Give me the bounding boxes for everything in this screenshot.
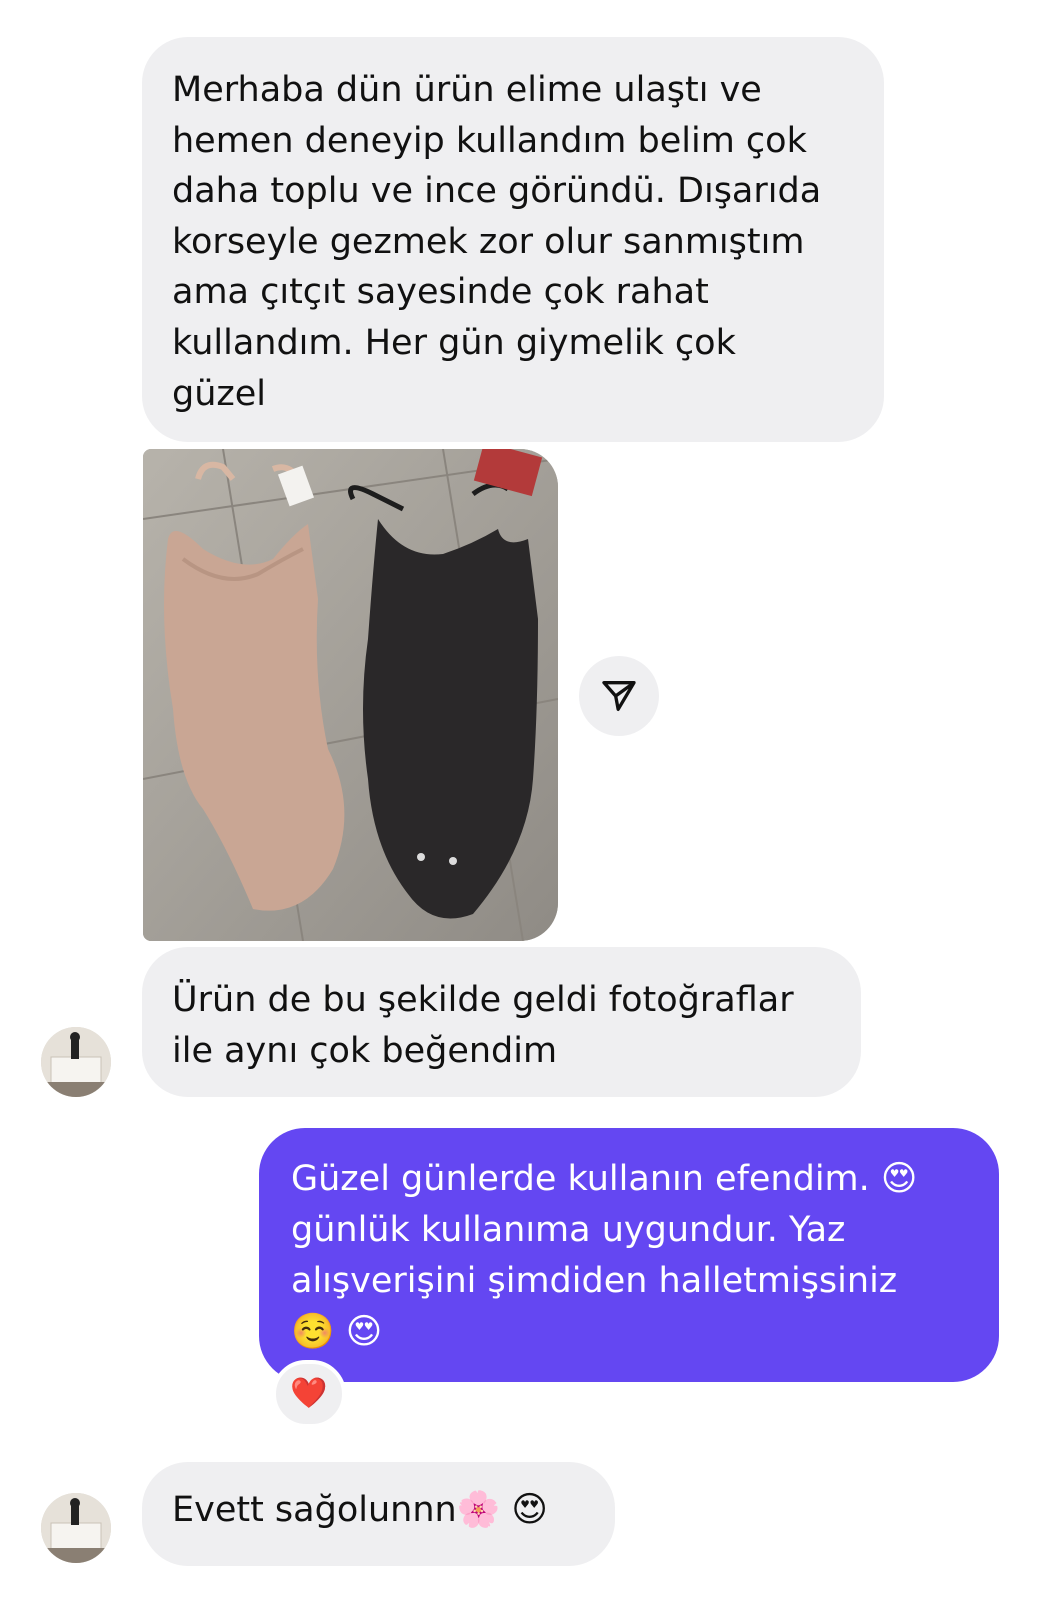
share-button[interactable] (579, 656, 659, 736)
bodysuit-photo (143, 449, 558, 941)
send-icon (602, 681, 636, 711)
message-outgoing-1[interactable]: Güzel günlerde kullanın efendim. 😍 günlü… (259, 1128, 999, 1382)
message-incoming-3[interactable]: Evett sağolunnn🌸 😍 (142, 1462, 615, 1566)
shared-photo[interactable] (143, 449, 558, 941)
message-reaction[interactable]: ❤️ (272, 1360, 346, 1428)
avatar-photo (41, 1493, 111, 1563)
avatar-photo (41, 1027, 111, 1097)
avatar[interactable] (41, 1493, 111, 1563)
message-incoming-2[interactable]: Ürün de bu şekilde geldi fotoğraflar ile… (142, 947, 861, 1097)
avatar[interactable] (41, 1027, 111, 1097)
message-incoming-1[interactable]: Merhaba dün ürün elime ulaştı ve hemen d… (142, 37, 884, 442)
heart-reaction-icon: ❤️ (290, 1376, 328, 1411)
